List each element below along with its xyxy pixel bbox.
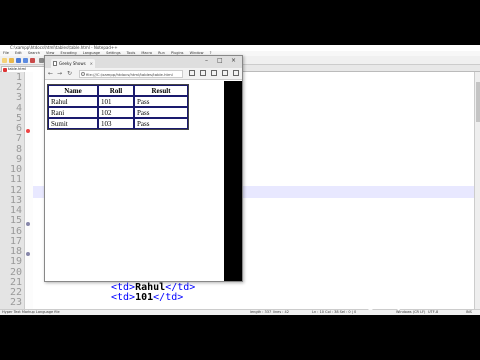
header-name: Name [48,85,98,96]
close-tag: </td> [153,292,184,303]
new-file-icon[interactable] [2,58,7,63]
save-all-icon[interactable] [23,58,28,63]
reading-view-icon[interactable] [189,70,195,76]
status-mode: INS [466,310,472,314]
open-tag: <td> [111,292,136,303]
browser-page-content: Name Roll Result Rahul 101 Pass Rani 102… [45,81,224,281]
cell-roll: 102 [98,107,134,118]
status-position: Ln : 10 Col : 38 Sel : 0 | 0 [312,310,357,314]
scrollbar-thumb[interactable] [476,82,480,122]
table-row: Rahul 101 Pass [48,96,188,107]
open-file-icon[interactable] [9,58,14,63]
fold-margin [25,72,33,309]
page-favicon-icon [53,61,57,66]
table-header-row: Name Roll Result [48,85,188,96]
cell-name: Rahul [48,96,98,107]
cell-name: Rani [48,107,98,118]
status-length: length : 337 [250,310,272,314]
menu-search[interactable]: Search [28,51,40,55]
cell-result: Pass [134,96,188,107]
cell-roll: 101 [98,96,134,107]
browser-dark-panel [224,81,242,281]
address-bar[interactable]: file:///C:/xampp/htdocs/html/tables/tabl… [79,70,183,78]
table-row: Rani 102 Pass [48,107,188,118]
more-icon[interactable] [233,70,239,76]
forward-icon[interactable]: → [57,70,62,78]
cell-roll: 103 [98,118,134,129]
back-icon[interactable]: ← [48,70,53,78]
menu-edit[interactable]: Edit [15,51,22,55]
header-result: Result [134,85,188,96]
tab-close-icon[interactable]: × [90,59,93,68]
table-row: Sumit 103 Pass [48,118,188,129]
cell-text: 101 [135,292,154,303]
favorites-icon[interactable] [200,70,206,76]
cell-name: Sumit [48,118,98,129]
results-table: Name Roll Result Rahul 101 Pass Rani 102… [47,84,189,130]
notes-icon[interactable] [211,70,217,76]
maximize-icon[interactable]: □ [217,57,223,65]
video-frame: C:\xampp\htdocs\html\tables\table.html -… [0,0,480,360]
fold-marker-icon[interactable] [26,252,30,256]
vertical-scrollbar[interactable] [474,72,480,309]
status-eol: Windows (CR LF) [396,310,426,314]
browser-window[interactable]: Geeky Shows × – □ × ← → ↻ file:///C:/xam… [44,55,243,282]
browser-tab[interactable]: Geeky Shows × [51,59,95,68]
desktop-screen: C:\xampp\htdocs\html\tables\table.html -… [0,45,480,315]
save-icon[interactable] [16,58,21,63]
reload-icon[interactable]: ↻ [67,70,72,78]
status-encoding: UTF-8 [428,310,439,314]
close-window-icon[interactable]: × [231,57,236,65]
browser-tab-strip: Geeky Shows × – □ × [45,56,242,68]
page-info-icon[interactable] [81,72,85,76]
fold-marker-icon[interactable] [26,222,30,226]
watermark-text: www.geekyshows.com [333,294,474,310]
menu-file[interactable]: File [3,51,9,55]
line-number: 23 [9,297,22,308]
status-lines: lines : 42 [273,310,289,314]
minimize-icon[interactable]: – [205,57,208,65]
url-text: file:///C:/xampp/htdocs/html/tables/tabl… [86,72,173,77]
share-icon[interactable] [222,70,228,76]
browser-tab-title: Geeky Shows [59,61,86,66]
header-roll: Roll [98,85,134,96]
status-language: Hyper Text Markup Language file [2,310,60,314]
cell-result: Pass [134,107,188,118]
close-icon[interactable] [30,58,35,63]
bookmark-icon[interactable] [26,129,30,133]
tab-label: table.html [8,67,26,71]
cell-result: Pass [134,118,188,129]
code-line: <td>101</td> [111,292,183,304]
